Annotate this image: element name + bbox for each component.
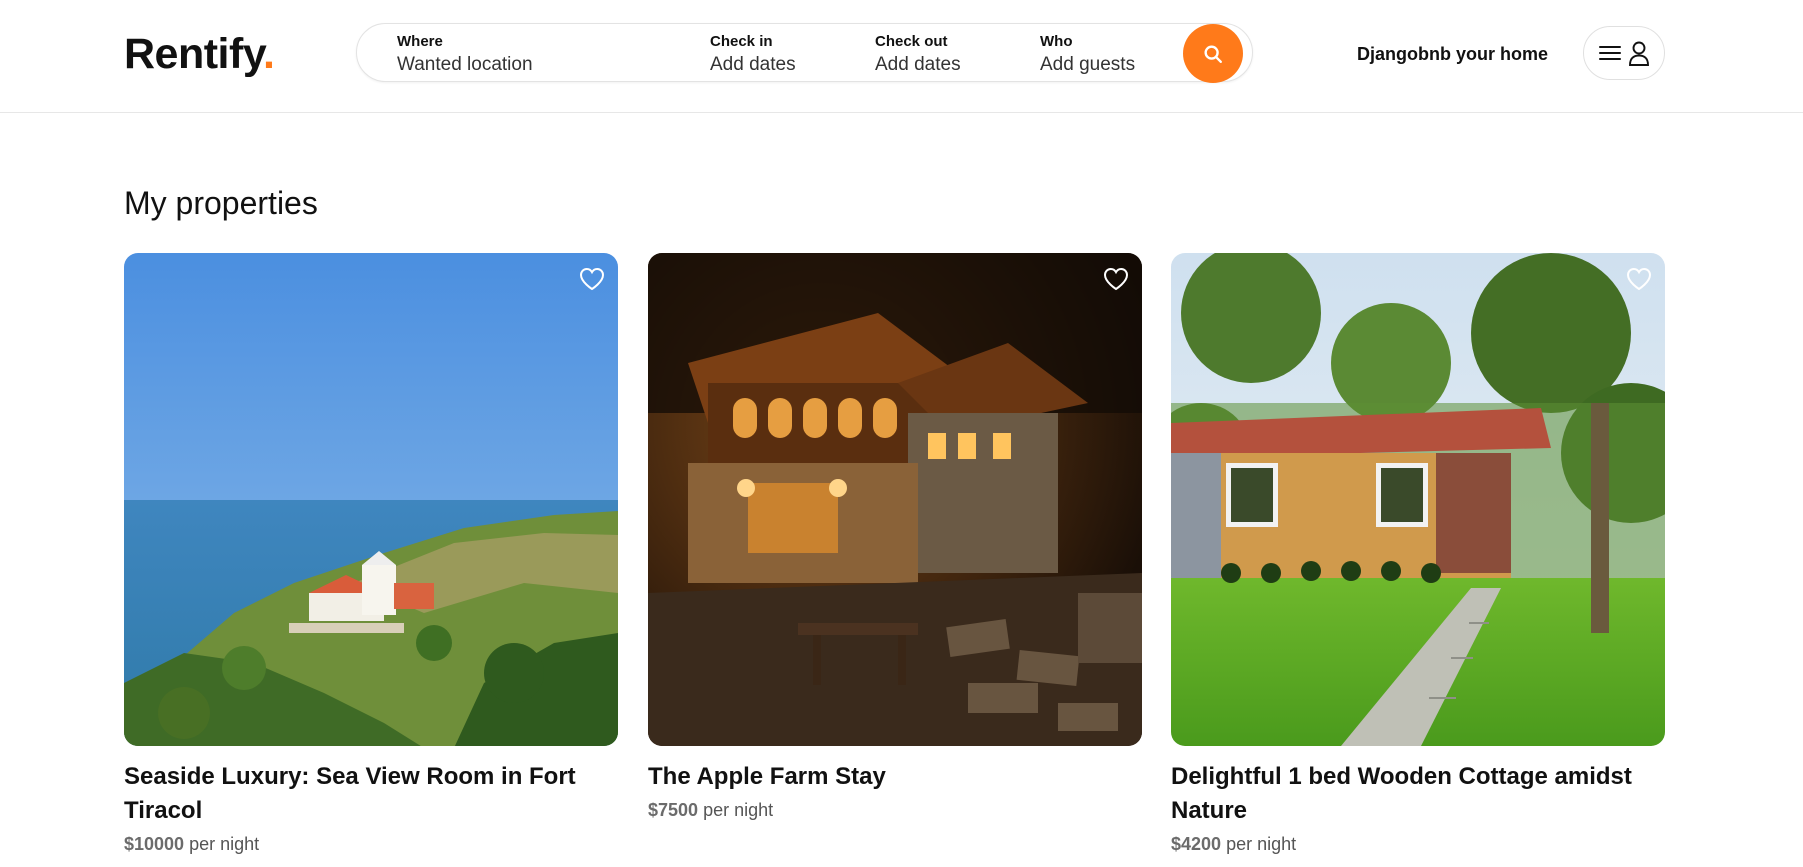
property-card[interactable]: The Apple Farm Stay $7500 per night (648, 253, 1142, 822)
property-price: $7500 per night (648, 798, 1142, 822)
top-navbar: Rentify. Where Wanted location Check in … (0, 0, 1803, 113)
who-value: Add guests (1040, 54, 1136, 75)
favorite-button[interactable] (1623, 263, 1655, 295)
host-your-home-link[interactable]: Djangobnb your home (1357, 43, 1548, 65)
property-card[interactable]: Seaside Luxury: Sea View Room in Fort Ti… (124, 253, 618, 856)
hamburger-menu-icon (1599, 46, 1621, 60)
search-check-in-field[interactable]: Check in Add dates (710, 33, 860, 77)
price-amount: $10000 (124, 834, 185, 854)
property-title[interactable]: The Apple Farm Stay (648, 760, 1142, 794)
heart-icon (579, 267, 605, 291)
search-bar: Where Wanted location Check in Add dates… (356, 23, 1253, 83)
price-unit: per night (189, 834, 260, 854)
price-amount: $4200 (1171, 834, 1222, 854)
search-who-field[interactable]: Who Add guests (1040, 33, 1190, 77)
heart-icon (1626, 267, 1652, 291)
where-value: Wanted location (397, 54, 533, 75)
check-in-label: Check in (710, 33, 773, 50)
user-menu-button[interactable] (1583, 26, 1665, 80)
favorite-button[interactable] (576, 263, 608, 295)
check-out-value: Add dates (875, 54, 961, 75)
check-out-label: Check out (875, 33, 948, 50)
who-label: Who (1040, 33, 1073, 50)
property-title[interactable]: Seaside Luxury: Sea View Room in Fort Ti… (124, 760, 618, 828)
brand-dot: . (263, 30, 275, 78)
property-image-apple-farm[interactable] (648, 253, 1142, 746)
brand-name: Rentify (124, 30, 264, 78)
price-unit: per night (703, 800, 774, 820)
property-card[interactable]: Delightful 1 bed Wooden Cottage amidst N… (1171, 253, 1665, 856)
property-price: $10000 per night (124, 832, 618, 856)
favorite-button[interactable] (1100, 263, 1132, 295)
check-in-value: Add dates (710, 54, 796, 75)
brand-logo[interactable]: Rentify. (124, 30, 275, 78)
heart-icon (1103, 267, 1129, 291)
search-where-field[interactable]: Where Wanted location (397, 33, 697, 77)
property-image-wooden-cottage[interactable] (1171, 253, 1665, 746)
page-title: My properties (124, 185, 318, 221)
price-amount: $7500 (648, 800, 699, 820)
price-unit: per night (1226, 834, 1297, 854)
search-button[interactable] (1183, 24, 1243, 83)
where-label: Where (397, 33, 443, 50)
property-title[interactable]: Delightful 1 bed Wooden Cottage amidst N… (1171, 760, 1665, 828)
search-icon (1204, 44, 1222, 63)
property-price: $4200 per night (1171, 832, 1665, 856)
property-image-sea-view-fort[interactable] (124, 253, 618, 746)
search-check-out-field[interactable]: Check out Add dates (875, 33, 1025, 77)
user-icon (1629, 41, 1649, 66)
